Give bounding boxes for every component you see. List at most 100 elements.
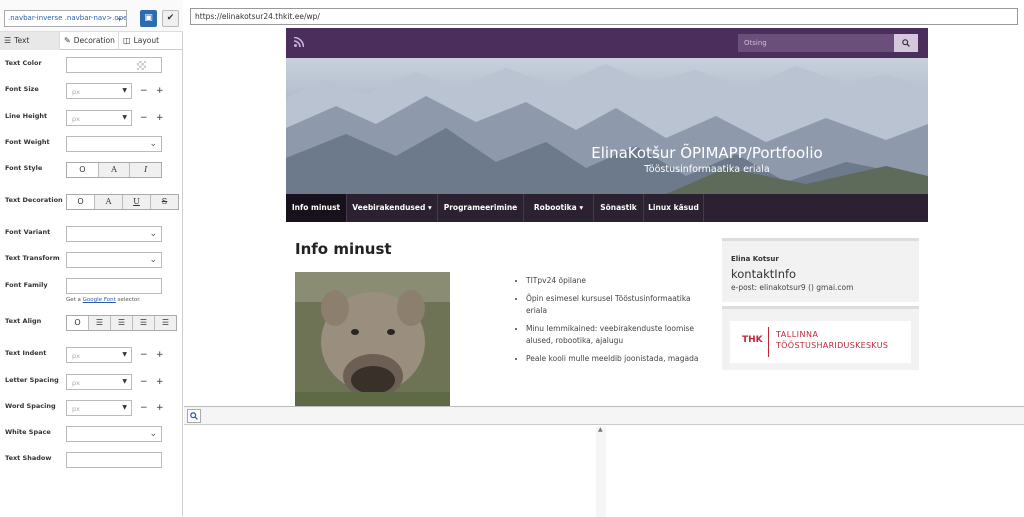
css-selector-dropdown[interactable]: .navbar-inverse .navbar-nav>.ope ⌄ xyxy=(4,10,127,27)
search-placeholder: Otsing xyxy=(744,39,767,47)
decrement-button[interactable]: − xyxy=(140,86,148,96)
unit-placeholder: px xyxy=(72,379,80,387)
increment-button[interactable]: + xyxy=(156,403,164,413)
list-item: Peale kooli mulle meeldib joonistada, ma… xyxy=(526,353,706,365)
text-indent-label: Text Indent xyxy=(5,349,47,357)
align-right-icon: ☰ xyxy=(117,318,126,327)
font-style-label: Font Style xyxy=(5,164,43,172)
save-button[interactable]: ▣ xyxy=(140,10,157,27)
logo-line1: TALLINNA xyxy=(776,330,819,339)
site-title[interactable]: ElinaKotšur ÕPIMAPP/Portfoolio xyxy=(386,144,928,162)
chevron-down-icon: ⌄ xyxy=(116,13,123,22)
list-item: TITpv24 õpilane xyxy=(526,275,706,287)
site-search-button[interactable] xyxy=(894,34,918,52)
white-space-select[interactable]: ⌄ xyxy=(66,426,162,442)
nav-item-sonastik[interactable]: Sõnastik xyxy=(594,194,644,222)
text-transform-select[interactable]: ⌄ xyxy=(66,252,162,268)
text-align-label: Text Align xyxy=(5,317,42,325)
font-family-input[interactable] xyxy=(66,278,162,294)
text-decoration-buttons: O A U S xyxy=(66,194,179,210)
tab-text[interactable]: ☰ Text xyxy=(0,32,60,50)
list-item: Minu lemmikained: veebirakenduste loomis… xyxy=(526,323,706,347)
apply-button[interactable]: ✔ xyxy=(162,10,179,27)
site-subtitle: Tööstusinformaatika eriala xyxy=(644,164,770,175)
url-text: https://elinakotsur24.thkit.ee/wp/ xyxy=(195,12,320,21)
inspect-button[interactable] xyxy=(187,409,201,423)
font-family-hint: Get a Google Font selector. xyxy=(66,297,141,303)
contact-widget: Elina Kotsur kontaktInfo e-post: elinako… xyxy=(722,238,919,302)
contact-email: e-post: elinakotsur9 () gmai.com xyxy=(731,283,854,292)
font-size-input[interactable]: px ▼ xyxy=(66,83,132,99)
scroll-up-icon[interactable]: ▲ xyxy=(598,426,603,433)
unit-placeholder: px xyxy=(72,352,80,360)
align-center-button[interactable]: ☰ xyxy=(133,316,155,330)
font-variant-select[interactable]: ⌄ xyxy=(66,226,162,242)
tab-decoration[interactable]: ✎ Decoration xyxy=(60,32,119,50)
align-justify-button[interactable]: ☰ xyxy=(155,316,176,330)
chevron-down-icon: ⌄ xyxy=(149,429,157,439)
search-icon xyxy=(190,412,198,420)
text-shadow-input[interactable] xyxy=(66,452,162,468)
search-icon xyxy=(902,39,910,47)
line-height-input[interactable]: px ▼ xyxy=(66,110,132,126)
align-center-icon: ☰ xyxy=(139,318,148,327)
unit-placeholder: px xyxy=(72,88,80,96)
decrement-button[interactable]: − xyxy=(140,113,148,123)
nav-item-veebirakendused[interactable]: Veebirakendused ▾ xyxy=(347,194,438,222)
css-selector-value: .navbar-inverse .navbar-nav>.ope xyxy=(8,14,127,22)
unit-placeholder: px xyxy=(72,405,80,413)
circle-icon: O xyxy=(74,318,81,327)
rss-icon[interactable] xyxy=(293,36,305,50)
decrement-button[interactable]: − xyxy=(140,350,148,360)
nav-item-linux-kasud[interactable]: Linux käsud xyxy=(644,194,704,222)
decoration-none-button[interactable]: O xyxy=(67,195,95,209)
decoration-underline-button[interactable]: U xyxy=(123,195,151,209)
check-icon: ✔ xyxy=(166,13,175,23)
chevron-down-icon: ⌄ xyxy=(149,255,157,265)
font-family-label: Font Family xyxy=(5,281,48,289)
nav-item-info-minust[interactable]: Info minust xyxy=(286,194,347,222)
increment-button[interactable]: + xyxy=(156,350,164,360)
google-font-link[interactable]: Google Font xyxy=(83,297,116,303)
dom-tree-pane[interactable] xyxy=(184,426,606,517)
color-swatch-icon[interactable] xyxy=(137,61,146,70)
font-style-upright-button[interactable]: A xyxy=(99,163,131,177)
tab-decoration-label: Decoration xyxy=(73,36,115,45)
increment-button[interactable]: + xyxy=(156,86,164,96)
decrement-button[interactable]: − xyxy=(140,403,148,413)
site-search-input[interactable]: Otsing xyxy=(738,34,894,52)
increment-button[interactable]: + xyxy=(156,377,164,387)
property-tabs: ☰ Text ✎ Decoration ◫ Layout xyxy=(0,32,183,50)
word-spacing-label: Word Spacing xyxy=(5,402,56,410)
text-indent-input[interactable]: px ▼ xyxy=(66,347,132,363)
caret-down-icon: ▼ xyxy=(122,378,127,385)
align-left-button[interactable]: ☰ xyxy=(89,316,111,330)
tab-text-label: Text xyxy=(14,36,30,45)
tab-layout[interactable]: ◫ Layout xyxy=(119,32,183,50)
word-spacing-input[interactable]: px ▼ xyxy=(66,400,132,416)
thk-logo[interactable]: THK TALLINNA TÖÖSTUSHARIDUSKESKUS xyxy=(730,321,911,363)
text-align-buttons: O ☰ ☰ ☰ ☰ xyxy=(66,315,177,331)
font-weight-select[interactable]: ⌄ xyxy=(66,136,162,152)
align-right-button[interactable]: ☰ xyxy=(111,316,133,330)
text-color-label: Text Color xyxy=(5,59,42,67)
url-bar[interactable]: https://elinakotsur24.thkit.ee/wp/ xyxy=(190,8,1018,25)
letter-spacing-input[interactable]: px ▼ xyxy=(66,374,132,390)
decoration-overline-button[interactable]: A xyxy=(95,195,123,209)
increment-button[interactable]: + xyxy=(156,113,164,123)
chevron-down-icon: ⌄ xyxy=(149,139,157,149)
caret-down-icon: ▼ xyxy=(122,87,127,94)
decoration-strike-button[interactable]: S xyxy=(151,195,178,209)
dom-tree-scrollbar[interactable]: ▲ xyxy=(596,426,606,517)
white-space-label: White Space xyxy=(5,428,51,436)
font-variant-label: Font Variant xyxy=(5,228,51,236)
logo-abbr: THK xyxy=(742,335,763,345)
text-color-input[interactable] xyxy=(66,57,162,73)
font-style-normal-button[interactable]: O xyxy=(67,163,99,177)
hint-suffix: selector. xyxy=(117,297,141,303)
align-none-button[interactable]: O xyxy=(67,316,89,330)
nav-item-programeerimine[interactable]: Programeerimine xyxy=(438,194,524,222)
decrement-button[interactable]: − xyxy=(140,377,148,387)
nav-item-robootika[interactable]: Robootika ▾ xyxy=(524,194,594,222)
font-style-italic-button[interactable]: I xyxy=(130,163,161,177)
